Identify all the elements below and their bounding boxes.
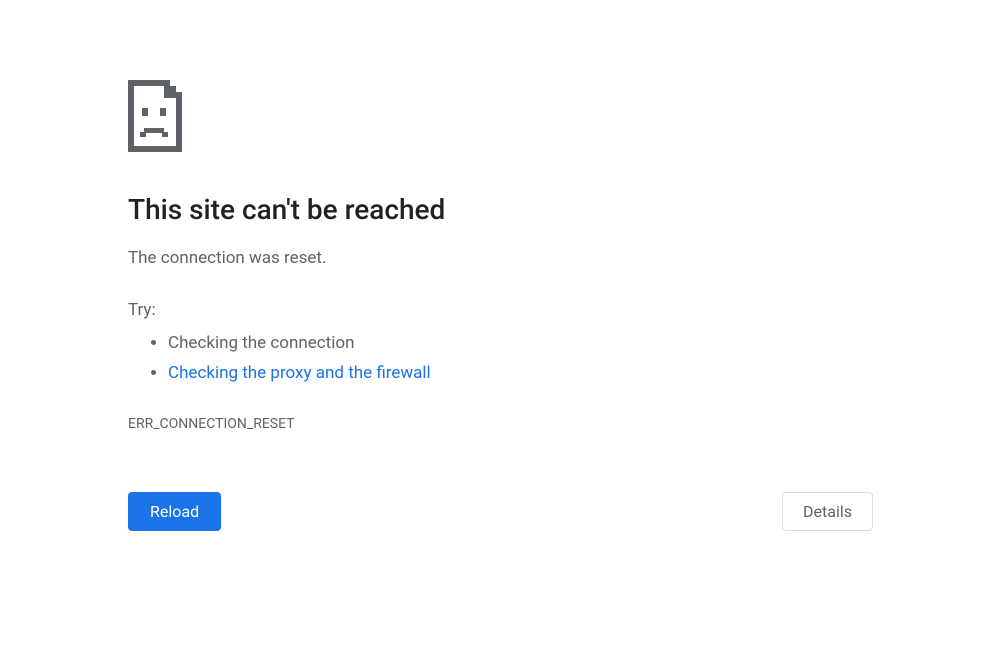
suggestion-check-connection: Checking the connection xyxy=(168,328,748,358)
details-button[interactable]: Details xyxy=(782,492,873,531)
suggestions-list: Checking the connection Checking the pro… xyxy=(128,328,748,388)
suggestion-check-proxy: Checking the proxy and the firewall xyxy=(168,358,748,388)
error-message: The connection was reset. xyxy=(128,246,748,270)
reload-button[interactable]: Reload xyxy=(128,492,221,531)
suggestion-check-proxy-link[interactable]: Checking the proxy and the firewall xyxy=(168,363,431,383)
error-title: This site can't be reached xyxy=(128,192,748,228)
sad-file-icon xyxy=(128,80,748,152)
error-code: ERR_CONNECTION_RESET xyxy=(128,416,748,432)
suggestion-check-connection-text: Checking the connection xyxy=(168,333,354,353)
try-label: Try: xyxy=(128,298,748,322)
button-row: Reload Details xyxy=(128,492,873,531)
error-page-container: This site can't be reached The connectio… xyxy=(128,0,748,531)
